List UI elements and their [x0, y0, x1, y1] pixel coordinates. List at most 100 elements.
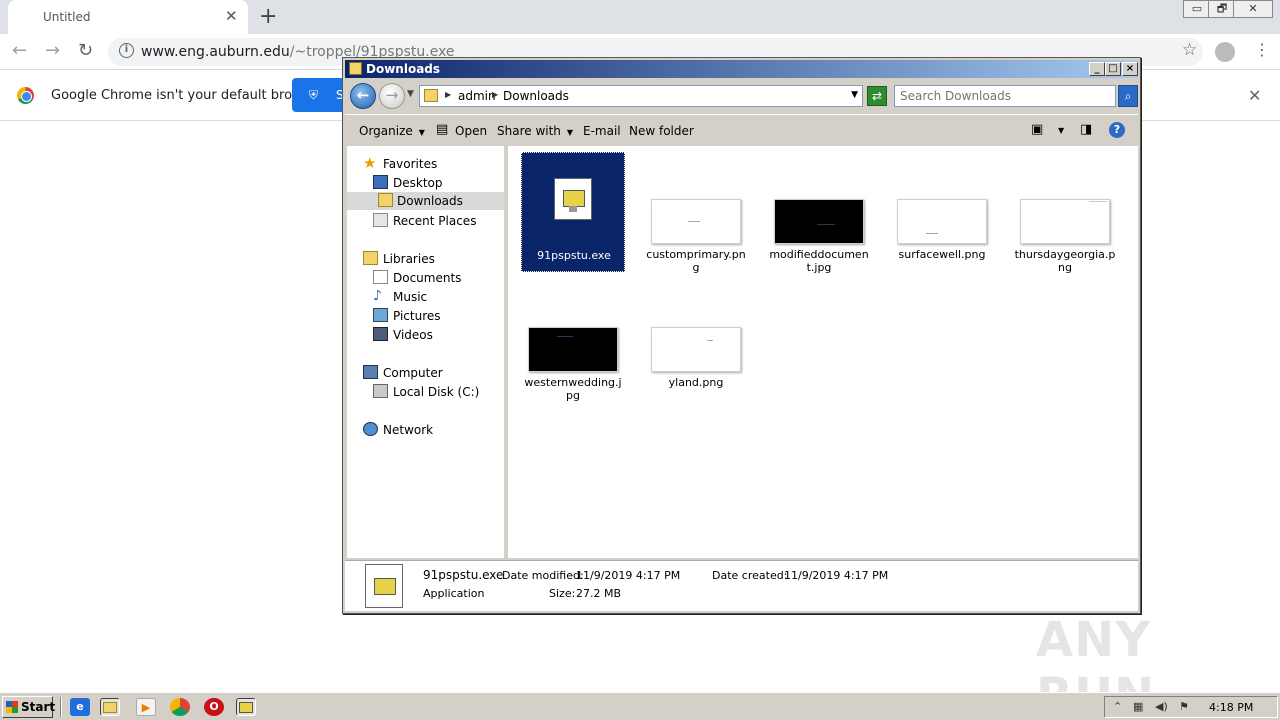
- internet-explorer-icon[interactable]: e: [70, 698, 90, 716]
- image-thumbnail: [651, 199, 741, 244]
- start-button[interactable]: Start: [2, 696, 56, 718]
- new-tab-button[interactable]: +: [259, 4, 277, 29]
- file-list: 91pspstu.exe customprimary.png modifiedd…: [508, 146, 1138, 558]
- system-tray: ⌃ ▦ ◀) ⚑ 4:18 PM: [1104, 696, 1278, 718]
- infobar-close-icon[interactable]: ✕: [1248, 86, 1261, 105]
- explorer-window: Downloads _ □ × ← → ▼ ▶ admin ▶ Download…: [342, 57, 1141, 614]
- application-icon: [365, 564, 403, 608]
- file-item-thursdaygeorgia[interactable]: thursdaygeorgia.png: [1013, 152, 1117, 274]
- nav-libraries-label: Libraries: [383, 252, 435, 266]
- refresh-icon[interactable]: ⇄: [867, 86, 887, 106]
- close-window-button[interactable]: ✕: [1233, 0, 1273, 18]
- breadcrumb-downloads[interactable]: Downloads: [503, 89, 569, 103]
- infobar-message: Google Chrome isn't your default browser: [51, 88, 323, 103]
- show-hidden-icons-icon[interactable]: ⌃: [1113, 700, 1122, 713]
- pictures-icon: [373, 308, 388, 322]
- organize-menu[interactable]: Organize ▼: [359, 124, 425, 138]
- forward-button[interactable]: →: [379, 83, 405, 109]
- videos-icon: [373, 327, 388, 341]
- share-with-label: Share with: [497, 124, 561, 138]
- network-icon: [363, 422, 378, 436]
- local-disk-icon: [373, 384, 388, 398]
- minimize-button[interactable]: ▭: [1183, 0, 1211, 18]
- nav-recent-places[interactable]: Recent Places: [373, 212, 503, 230]
- start-label: Start: [21, 700, 56, 714]
- file-item-91pspstu-exe[interactable]: 91pspstu.exe: [521, 152, 625, 272]
- details-size-value: 27.2 MB: [576, 587, 622, 600]
- url-host: www.eng.auburn.edu: [141, 44, 290, 60]
- file-item-westernwedding[interactable]: westernwedding.jpg: [521, 280, 625, 402]
- file-item-surfacewell[interactable]: surfacewell.png: [890, 152, 994, 272]
- search-icon[interactable]: ⌕: [1118, 85, 1138, 107]
- window-title: Downloads: [366, 62, 441, 76]
- chrome-tab-strip: Untitled ✕ + ▭ 🗗 ✕: [0, 0, 1280, 34]
- file-name: modifieddocument.jpg: [769, 248, 869, 274]
- help-icon[interactable]: ?: [1109, 122, 1125, 138]
- open-button[interactable]: Open: [455, 124, 487, 138]
- star-icon: ★: [363, 154, 377, 172]
- forward-arrow-icon[interactable]: →: [45, 40, 60, 61]
- breadcrumb[interactable]: ▶ admin ▶ Downloads ▼: [419, 85, 863, 107]
- file-name: westernwedding.jpg: [524, 376, 622, 402]
- nav-music[interactable]: ♪ Music: [373, 288, 503, 306]
- details-created-label: Date created:: [712, 569, 788, 582]
- nav-documents[interactable]: Documents: [373, 269, 503, 287]
- email-button[interactable]: E-mail: [583, 124, 621, 138]
- view-dropdown[interactable]: ▼: [1058, 126, 1064, 135]
- app-taskbar-icon[interactable]: [236, 698, 256, 716]
- computer-icon: [363, 365, 378, 379]
- back-arrow-icon[interactable]: ←: [12, 40, 27, 61]
- chevron-down-icon[interactable]: ▶: [445, 90, 451, 99]
- explorer-taskbar-icon[interactable]: [100, 698, 120, 716]
- nav-pictures[interactable]: Pictures: [373, 307, 503, 325]
- nav-desktop[interactable]: Desktop: [373, 174, 503, 192]
- action-center-flag-icon[interactable]: ⚑: [1179, 700, 1189, 713]
- recent-pages-dropdown[interactable]: ▼: [407, 89, 414, 99]
- profile-avatar[interactable]: [1215, 42, 1235, 62]
- clock[interactable]: 4:18 PM: [1209, 701, 1253, 714]
- documents-icon: [373, 270, 388, 284]
- view-icon[interactable]: ▣: [1031, 122, 1043, 137]
- nav-videos[interactable]: Videos: [373, 326, 503, 344]
- close-button[interactable]: ×: [1122, 62, 1138, 76]
- address-dropdown[interactable]: ▼: [851, 90, 858, 100]
- nav-network[interactable]: Network: [363, 421, 503, 439]
- shield-icon: ⛨: [309, 88, 319, 102]
- application-icon: [554, 178, 592, 220]
- network-tray-icon[interactable]: ▦: [1133, 700, 1143, 713]
- nav-recent-places-label: Recent Places: [393, 214, 477, 228]
- new-folder-button[interactable]: New folder: [629, 124, 694, 138]
- search-box[interactable]: [894, 85, 1116, 107]
- nav-downloads[interactable]: Downloads: [347, 192, 504, 210]
- nav-libraries[interactable]: Libraries: [363, 250, 503, 268]
- opera-icon[interactable]: O: [204, 698, 224, 716]
- volume-icon[interactable]: ◀): [1155, 700, 1168, 713]
- file-item-customprimary[interactable]: customprimary.png: [644, 152, 748, 274]
- nav-favorites[interactable]: ★ Favorites: [363, 155, 503, 173]
- file-item-modifieddocument[interactable]: modifieddocument.jpg: [767, 152, 871, 274]
- nav-local-disk[interactable]: Local Disk (C:): [373, 383, 503, 401]
- tab-close-icon[interactable]: ✕: [225, 7, 238, 25]
- explorer-title-bar[interactable]: Downloads _ □ ×: [345, 60, 1138, 78]
- bookmark-star-icon[interactable]: ☆: [1182, 40, 1197, 60]
- file-item-yland[interactable]: yland.png: [644, 280, 748, 400]
- restore-button[interactable]: 🗗: [1208, 0, 1236, 18]
- info-icon[interactable]: i: [119, 43, 134, 58]
- media-player-icon[interactable]: ▶: [136, 698, 156, 716]
- breadcrumb-admin[interactable]: admin: [458, 89, 496, 103]
- image-thumbnail: [897, 199, 987, 244]
- share-with-menu[interactable]: Share with ▼: [497, 124, 573, 138]
- minimize-button[interactable]: _: [1089, 62, 1105, 76]
- search-input[interactable]: [900, 89, 1110, 103]
- chrome-taskbar-icon[interactable]: [170, 698, 190, 716]
- menu-kebab-icon[interactable]: ⋮: [1254, 40, 1270, 59]
- back-button[interactable]: ←: [350, 83, 376, 109]
- maximize-button[interactable]: □: [1105, 62, 1121, 76]
- taskbar: Start e ▶ O ⌃ ▦ ◀) ⚑ 4:18 PM: [0, 692, 1280, 720]
- preview-pane-icon[interactable]: ◨: [1080, 122, 1092, 137]
- browser-tab[interactable]: Untitled ✕: [8, 0, 248, 34]
- libraries-icon: [363, 251, 378, 265]
- nav-computer[interactable]: Computer: [363, 364, 503, 382]
- chevron-down-icon[interactable]: ▶: [492, 90, 498, 99]
- reload-icon[interactable]: ↻: [78, 40, 93, 61]
